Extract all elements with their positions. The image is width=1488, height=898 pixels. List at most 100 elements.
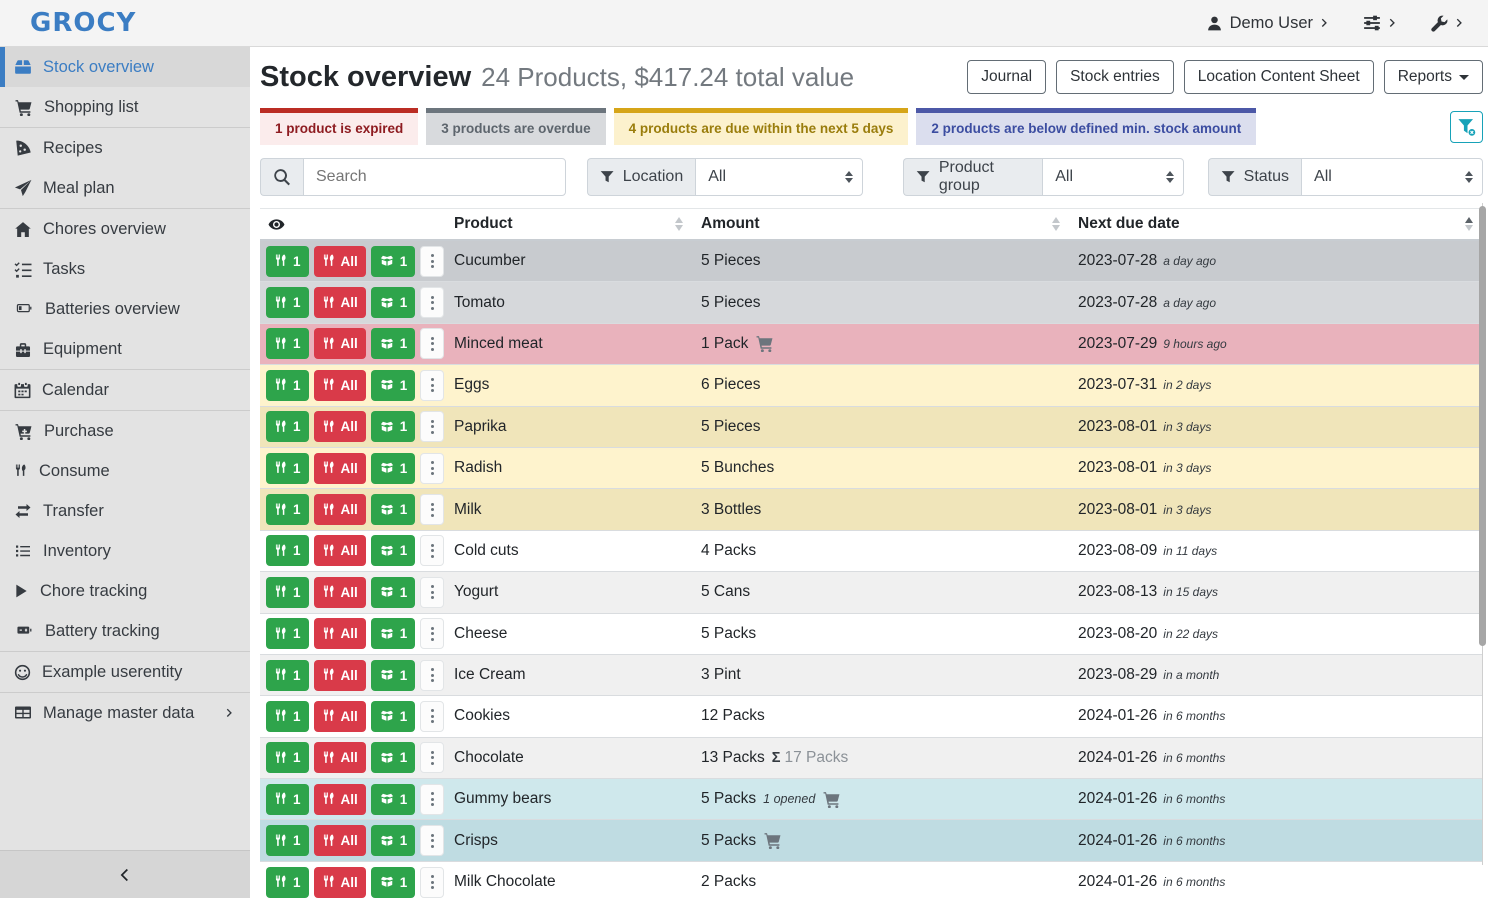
journal-button[interactable]: Journal <box>967 60 1046 94</box>
open-one-button[interactable]: 1 <box>371 370 416 401</box>
consume-one-button[interactable]: 1 <box>266 494 309 525</box>
row-menu-button[interactable] <box>420 370 444 401</box>
consume-one-button[interactable]: 1 <box>266 535 309 566</box>
sidebar-item-tasks[interactable]: Tasks <box>0 249 250 289</box>
sidebar-item-equipment[interactable]: Equipment <box>0 329 250 369</box>
sidebar-item-stock-overview[interactable]: Stock overview <box>0 47 250 87</box>
product-group-select[interactable]: All <box>1042 158 1184 196</box>
row-menu-button[interactable] <box>420 577 444 608</box>
consume-one-button[interactable]: 1 <box>266 867 309 898</box>
row-menu-button[interactable] <box>420 246 444 277</box>
sidebar-item-consume[interactable]: Consume <box>0 451 250 491</box>
row-menu-button[interactable] <box>420 742 444 773</box>
due-soon-status-chip[interactable]: 4 products are due within the next 5 day… <box>614 108 909 145</box>
sidebar-item-chores-overview[interactable]: Chores overview <box>0 209 250 249</box>
consume-one-button[interactable]: 1 <box>266 411 309 442</box>
consume-one-button[interactable]: 1 <box>266 618 309 649</box>
consume-all-button[interactable]: All <box>314 701 366 732</box>
row-menu-button[interactable] <box>420 867 444 898</box>
consume-all-button[interactable]: All <box>314 618 366 649</box>
sidebar-item-manage-master-data[interactable]: Manage master data <box>0 693 250 733</box>
consume-all-button[interactable]: All <box>314 660 366 691</box>
consume-all-button[interactable]: All <box>314 742 366 773</box>
stock-entries-button[interactable]: Stock entries <box>1056 60 1174 94</box>
sidebar-item-battery-tracking[interactable]: Battery tracking <box>0 611 250 651</box>
location-select[interactable]: All <box>695 158 863 196</box>
app-logo[interactable]: GROCY <box>30 8 136 38</box>
consume-all-button[interactable]: All <box>314 246 366 277</box>
consume-all-button[interactable]: All <box>314 535 366 566</box>
search-input[interactable] <box>303 158 566 196</box>
row-menu-button[interactable] <box>420 535 444 566</box>
consume-one-button[interactable]: 1 <box>266 328 309 359</box>
sidebar-item-recipes[interactable]: Recipes <box>0 128 250 168</box>
sidebar-collapse-button[interactable] <box>0 850 250 898</box>
location-content-sheet-button[interactable]: Location Content Sheet <box>1184 60 1374 94</box>
row-menu-button[interactable] <box>420 825 444 856</box>
open-one-button[interactable]: 1 <box>371 535 416 566</box>
open-one-button[interactable]: 1 <box>371 618 416 649</box>
open-one-button[interactable]: 1 <box>371 453 416 484</box>
row-menu-button[interactable] <box>420 287 444 318</box>
consume-all-button[interactable]: All <box>314 825 366 856</box>
open-one-button[interactable]: 1 <box>371 867 416 898</box>
row-menu-button[interactable] <box>420 411 444 442</box>
open-one-button[interactable]: 1 <box>371 742 416 773</box>
open-one-button[interactable]: 1 <box>371 411 416 442</box>
consume-all-button[interactable]: All <box>314 370 366 401</box>
consume-one-button[interactable]: 1 <box>266 701 309 732</box>
row-menu-button[interactable] <box>420 660 444 691</box>
amount-column-header[interactable]: Amount <box>693 209 1070 239</box>
row-menu-button[interactable] <box>420 494 444 525</box>
consume-one-button[interactable]: 1 <box>266 784 309 815</box>
consume-one-button[interactable]: 1 <box>266 453 309 484</box>
open-one-button[interactable]: 1 <box>371 287 416 318</box>
consume-all-button[interactable]: All <box>314 867 366 898</box>
sidebar-item-batteries-overview[interactable]: Batteries overview <box>0 289 250 329</box>
row-menu-button[interactable] <box>420 618 444 649</box>
row-menu-button[interactable] <box>420 328 444 359</box>
status-select[interactable]: All <box>1301 158 1483 196</box>
sidebar-item-meal-plan[interactable]: Meal plan <box>0 168 250 208</box>
consume-one-button[interactable]: 1 <box>266 287 309 318</box>
sidebar-item-transfer[interactable]: Transfer <box>0 491 250 531</box>
clear-filter-button[interactable] <box>1450 111 1483 143</box>
row-menu-button[interactable] <box>420 453 444 484</box>
consume-one-button[interactable]: 1 <box>266 742 309 773</box>
consume-one-button[interactable]: 1 <box>266 246 309 277</box>
product-column-header[interactable]: Product <box>446 209 693 239</box>
admin-menu[interactable] <box>1431 15 1466 32</box>
open-one-button[interactable]: 1 <box>371 784 416 815</box>
open-one-button[interactable]: 1 <box>371 577 416 608</box>
consume-one-button[interactable]: 1 <box>266 660 309 691</box>
next-due-date-column-header[interactable]: Next due date <box>1070 209 1483 239</box>
consume-all-button[interactable]: All <box>314 784 366 815</box>
expired-status-chip[interactable]: 1 product is expired <box>260 108 418 145</box>
consume-all-button[interactable]: All <box>314 494 366 525</box>
sidebar-item-chore-tracking[interactable]: Chore tracking <box>0 571 250 611</box>
open-one-button[interactable]: 1 <box>371 328 416 359</box>
consume-all-button[interactable]: All <box>314 411 366 442</box>
consume-all-button[interactable]: All <box>314 328 366 359</box>
row-menu-button[interactable] <box>420 784 444 815</box>
sidebar-item-shopping-list[interactable]: Shopping list <box>0 87 250 127</box>
sidebar-item-example-userentity[interactable]: Example userentity <box>0 652 250 692</box>
overdue-status-chip[interactable]: 3 products are overdue <box>426 108 605 145</box>
open-one-button[interactable]: 1 <box>371 701 416 732</box>
open-one-button[interactable]: 1 <box>371 825 416 856</box>
below-min-stock-chip[interactable]: 2 products are below defined min. stock … <box>916 108 1256 145</box>
sidebar-item-calendar[interactable]: Calendar <box>0 370 250 410</box>
sidebar-item-inventory[interactable]: Inventory <box>0 531 250 571</box>
reports-button[interactable]: Reports <box>1384 60 1483 94</box>
consume-all-button[interactable]: All <box>314 453 366 484</box>
sidebar-item-purchase[interactable]: Purchase <box>0 411 250 451</box>
row-menu-button[interactable] <box>420 701 444 732</box>
consume-all-button[interactable]: All <box>314 577 366 608</box>
consume-all-button[interactable]: All <box>314 287 366 318</box>
consume-one-button[interactable]: 1 <box>266 577 309 608</box>
column-visibility-header[interactable] <box>260 209 446 239</box>
settings-menu[interactable] <box>1363 14 1399 32</box>
open-one-button[interactable]: 1 <box>371 660 416 691</box>
scrollbar-thumb[interactable] <box>1479 206 1486 646</box>
user-menu[interactable]: Demo User <box>1206 14 1331 33</box>
